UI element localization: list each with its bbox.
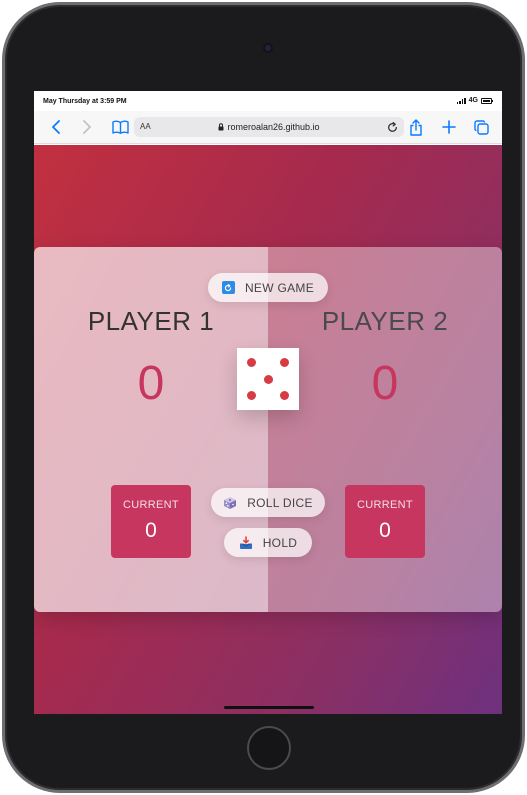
back-button[interactable]: [45, 114, 67, 140]
player-1-name: PLAYER 1: [87, 306, 215, 336]
player-2-current-score: 0: [379, 519, 391, 542]
home-indicator: [224, 706, 314, 709]
new-game-button[interactable]: NEW GAME: [208, 273, 328, 302]
share-button[interactable]: [405, 114, 427, 140]
status-indicators: 4G: [456, 97, 493, 104]
new-game-icon: [221, 281, 235, 294]
reload-button[interactable]: [384, 119, 400, 135]
battery-icon: [481, 97, 493, 104]
dice: [237, 348, 299, 410]
back-icon: [52, 120, 60, 134]
front-camera: [263, 43, 273, 53]
player-1-current-score: 0: [145, 519, 157, 542]
signal-icon: [456, 97, 466, 104]
reload-icon: [387, 121, 397, 132]
player-2-name: PLAYER 2: [321, 306, 449, 336]
hold-button[interactable]: HOLD: [224, 528, 312, 557]
share-icon: [410, 118, 422, 136]
url-text: romeroalan26.github.io: [227, 122, 320, 132]
dice-pip: [280, 358, 289, 367]
new-game-label: NEW GAME: [244, 280, 315, 295]
status-time: May Thursday at 3:59 PM: [43, 98, 127, 105]
dice-pip: [280, 391, 289, 400]
ipad-device-frame: May Thursday at 3:59 PM 4G AA romeroalan…: [2, 2, 525, 793]
player-1-current-label: CURRENT: [123, 499, 179, 511]
hold-label: HOLD: [262, 535, 298, 550]
new-tab-button[interactable]: [437, 114, 461, 140]
dice-pip: [247, 391, 256, 400]
player-2-current-label: CURRENT: [357, 499, 413, 511]
roll-dice-button[interactable]: ROLL DICE: [211, 488, 325, 517]
inbox-tray-icon: [239, 535, 252, 549]
address-bar[interactable]: AA romeroalan26.github.io: [134, 117, 404, 137]
tabs-icon: [473, 119, 489, 135]
dice-pip: [263, 374, 273, 384]
tabs-button[interactable]: [469, 114, 493, 140]
bookmarks-button[interactable]: [108, 114, 132, 140]
forward-button[interactable]: [76, 114, 98, 140]
network-type: 4G: [468, 97, 478, 104]
dice-pip: [247, 358, 256, 367]
roll-dice-label: ROLL DICE: [247, 495, 313, 510]
url-display[interactable]: romeroalan26.github.io: [134, 122, 404, 132]
game-page: PLAYER 1 0 CURRENT 0 PLAYER 2 0 CURRENT …: [34, 145, 502, 714]
dice-icon: [224, 496, 237, 509]
add-tab-icon: [442, 120, 456, 134]
player-1-current-box: CURRENT 0: [111, 485, 191, 558]
player-2-score: 0: [371, 357, 399, 410]
bookmarks-icon: [111, 120, 129, 134]
player-2-current-box: CURRENT 0: [345, 485, 425, 558]
home-button[interactable]: [247, 726, 291, 770]
lock-icon: [218, 123, 224, 131]
forward-icon: [83, 120, 91, 134]
game-board: PLAYER 1 0 CURRENT 0 PLAYER 2 0 CURRENT …: [34, 247, 502, 612]
browser-toolbar: AA romeroalan26.github.io: [34, 111, 502, 144]
screen: May Thursday at 3:59 PM 4G AA romeroalan…: [34, 91, 502, 714]
status-bar: May Thursday at 3:59 PM 4G: [34, 91, 502, 111]
player-1-score: 0: [137, 357, 165, 410]
